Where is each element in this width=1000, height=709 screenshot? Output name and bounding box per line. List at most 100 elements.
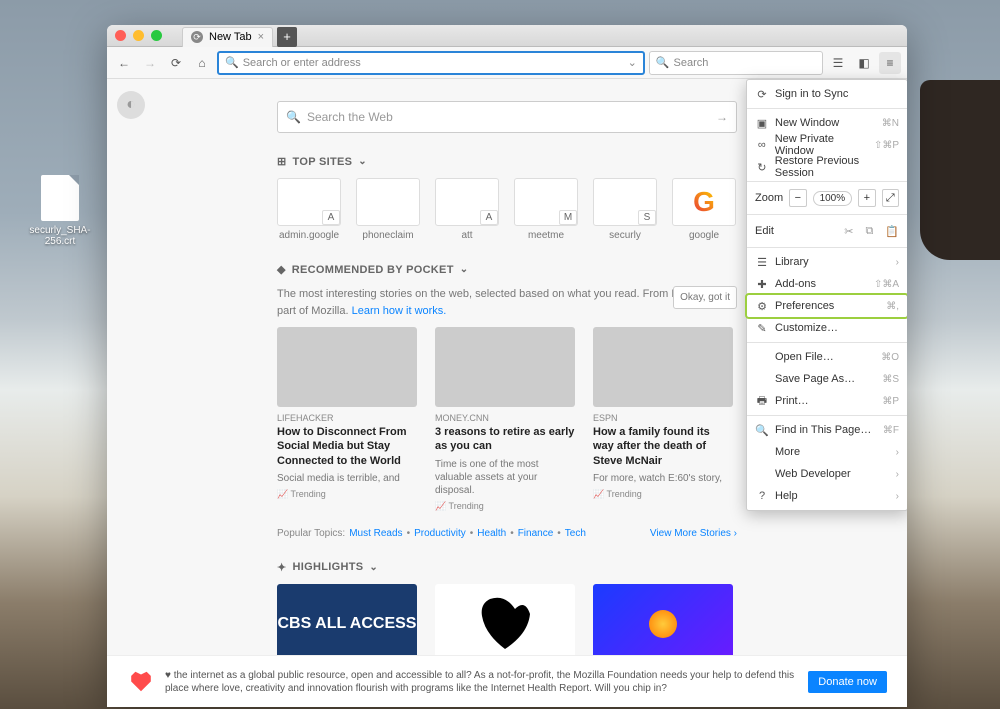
search-icon: 🔍: [656, 56, 670, 69]
menu-new-private-window[interactable]: ∞New Private Window⇧⌘P: [747, 134, 907, 156]
story-image: [593, 327, 733, 407]
pocket-description: The most interesting stories on the web,…: [277, 286, 737, 319]
address-placeholder: Search or enter address: [243, 57, 361, 69]
topsites-label: TOP SITES: [293, 156, 353, 168]
tab-strip: ⟳ New Tab × +: [182, 25, 899, 47]
topsite-meetme[interactable]: Mmeetme: [514, 178, 578, 241]
menu-print[interactable]: 🖶Print…⌘P: [747, 390, 907, 412]
zoom-out-button[interactable]: −: [789, 189, 806, 207]
topic-link[interactable]: Must Reads: [349, 528, 402, 539]
chevron-down-icon: ⌄: [460, 264, 469, 275]
sync-icon: ⟳: [755, 88, 769, 101]
menu-sign-in-sync[interactable]: ⟳Sign in to Sync: [747, 83, 907, 105]
web-search-placeholder: Search the Web: [307, 110, 393, 124]
restore-icon: ↻: [755, 161, 769, 174]
donate-button[interactable]: Donate now: [808, 671, 887, 693]
fullscreen-button[interactable]: ⤢: [882, 189, 899, 207]
story-3[interactable]: ESPNHow a family found its way after the…: [593, 327, 733, 512]
pocket-icon: ◆: [277, 263, 286, 276]
menu-restore-session[interactable]: ↻Restore Previous Session: [747, 156, 907, 178]
background-rock: [920, 80, 1000, 260]
menu-separator: [747, 181, 907, 182]
maximize-window-button[interactable]: [151, 30, 162, 41]
story-1[interactable]: LIFEHACKERHow to Disconnect From Social …: [277, 327, 417, 512]
dropdown-icon[interactable]: ⌄: [628, 56, 637, 69]
story-image: [277, 327, 417, 407]
browser-tab[interactable]: ⟳ New Tab ×: [182, 27, 273, 47]
back-button[interactable]: ←: [113, 52, 135, 74]
topic-link[interactable]: Tech: [565, 528, 586, 539]
highlights-header[interactable]: ✦ HIGHLIGHTS ⌄: [277, 561, 737, 574]
footer-text: ♥ the internet as a global public resour…: [165, 669, 798, 695]
search-bar[interactable]: 🔍 Search: [649, 51, 823, 75]
view-more-link[interactable]: View More Stories ›: [650, 528, 737, 539]
highlight-cbs[interactable]: CBS ALL ACCESS: [277, 584, 417, 664]
search-icon: 🔍: [225, 56, 239, 69]
desktop-file-icon[interactable]: securly_SHA-256.crt: [25, 175, 95, 247]
file-label: securly_SHA-256.crt: [25, 225, 95, 247]
highlight-3[interactable]: [593, 584, 733, 664]
mask-icon: ∞: [755, 139, 769, 151]
topsite-securly[interactable]: Ssecurly: [593, 178, 657, 241]
brush-icon: ✎: [755, 322, 769, 335]
menu-zoom: Zoom − 100% + ⤢: [747, 185, 907, 211]
pocket-label: RECOMMENDED BY POCKET: [292, 264, 454, 276]
hamburger-menu: ⟳Sign in to Sync ▣New Window⌘N ∞New Priv…: [746, 79, 907, 511]
go-icon[interactable]: →: [716, 110, 728, 124]
cut-button[interactable]: ✂: [844, 225, 853, 238]
puzzle-icon: ✚: [755, 278, 769, 291]
hamburger-menu-button[interactable]: ≡: [879, 52, 901, 74]
new-tab-button[interactable]: +: [277, 27, 297, 47]
toolbar: ← → ⟳ ⌂ 🔍 Search or enter address ⌄ 🔍 Se…: [107, 47, 907, 79]
highlight-2[interactable]: [435, 584, 575, 664]
address-bar[interactable]: 🔍 Search or enter address ⌄: [217, 51, 645, 75]
menu-save-page[interactable]: Save Page As…⌘S: [747, 368, 907, 390]
help-icon: ?: [755, 490, 769, 502]
web-search-input[interactable]: 🔍 Search the Web →: [277, 101, 737, 133]
menu-preferences[interactable]: ⚙Preferences⌘,: [747, 295, 907, 317]
home-button[interactable]: ⌂: [191, 52, 213, 74]
topsite-admin-google[interactable]: Aadmin.google: [277, 178, 341, 241]
topic-link[interactable]: Health: [477, 528, 506, 539]
pocket-learn-link[interactable]: Learn how it works.: [352, 305, 447, 317]
pocket-ok-button[interactable]: Okay, got it: [673, 286, 737, 309]
menu-more[interactable]: More›: [747, 441, 907, 463]
close-tab-button[interactable]: ×: [258, 31, 264, 43]
story-2[interactable]: MONEY.CNN3 reasons to retire as early as…: [435, 327, 575, 512]
chevron-right-icon: ›: [896, 447, 899, 458]
close-window-button[interactable]: [115, 30, 126, 41]
story-image: [435, 327, 575, 407]
menu-edit: Edit ✂ ⧉ 📋: [747, 218, 907, 244]
heart-icon: [127, 668, 155, 696]
menu-separator: [747, 415, 907, 416]
search-icon: 🔍: [755, 424, 769, 437]
favicon-icon: ⟳: [191, 31, 203, 43]
highlights-label: HIGHLIGHTS: [293, 561, 364, 573]
highlights-row: CBS ALL ACCESS: [277, 584, 737, 664]
library-button[interactable]: ☰: [827, 52, 849, 74]
topsite-google[interactable]: Ggoogle: [672, 178, 736, 241]
highlights-icon: ✦: [277, 561, 287, 574]
menu-addons[interactable]: ✚Add-ons⇧⌘A: [747, 273, 907, 295]
menu-open-file[interactable]: Open File…⌘O: [747, 346, 907, 368]
menu-web-developer[interactable]: Web Developer›: [747, 463, 907, 485]
zoom-in-button[interactable]: +: [858, 189, 875, 207]
reload-button[interactable]: ⟳: [165, 52, 187, 74]
menu-new-window[interactable]: ▣New Window⌘N: [747, 112, 907, 134]
copy-button[interactable]: ⧉: [865, 225, 873, 238]
pocket-header[interactable]: ◆ RECOMMENDED BY POCKET ⌄: [277, 263, 737, 276]
search-placeholder: Search: [674, 57, 709, 69]
menu-help[interactable]: ?Help›: [747, 485, 907, 507]
menu-library[interactable]: ☰Library›: [747, 251, 907, 273]
topsites-header[interactable]: ⊞ TOP SITES ⌄: [277, 155, 737, 168]
topsite-phoneclaim[interactable]: phoneclaim: [356, 178, 420, 241]
minimize-window-button[interactable]: [133, 30, 144, 41]
paste-button[interactable]: 📋: [885, 225, 899, 238]
menu-find[interactable]: 🔍Find in This Page…⌘F: [747, 419, 907, 441]
forward-button[interactable]: →: [139, 52, 161, 74]
topic-link[interactable]: Finance: [518, 528, 554, 539]
topsite-att[interactable]: Aatt: [435, 178, 499, 241]
menu-customize[interactable]: ✎Customize…: [747, 317, 907, 339]
sidebar-button[interactable]: ◧: [853, 52, 875, 74]
topic-link[interactable]: Productivity: [414, 528, 466, 539]
